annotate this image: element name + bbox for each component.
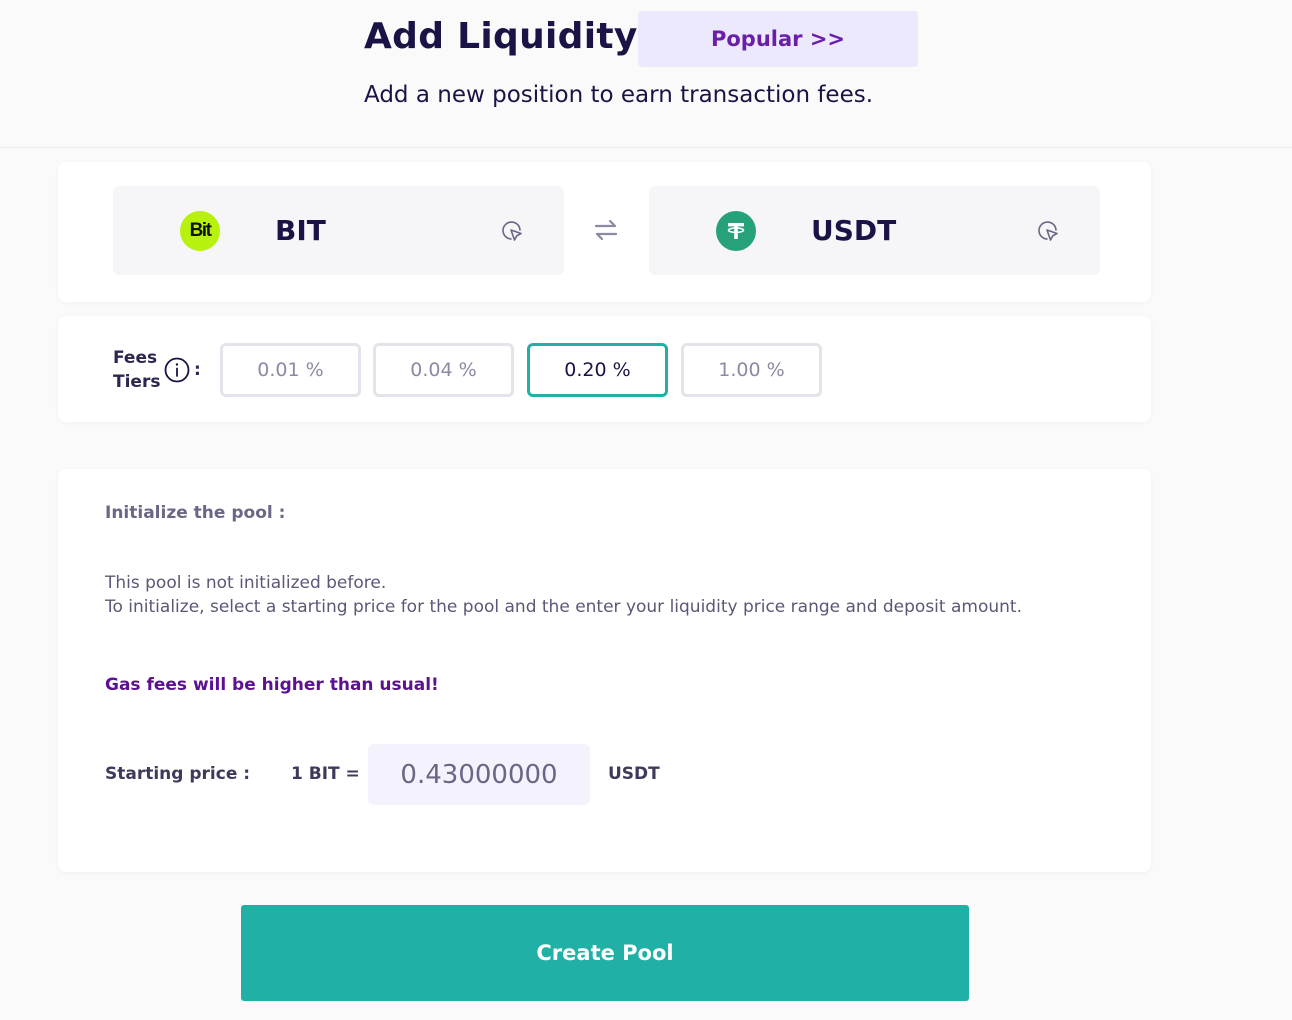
select-token-icon xyxy=(1038,221,1058,241)
starting-price-label: Starting price : xyxy=(105,764,251,784)
starting-price-input[interactable] xyxy=(368,744,590,805)
initialize-pool-title: Initialize the pool : xyxy=(105,503,286,523)
info-icon[interactable] xyxy=(164,357,190,383)
token-pair-card: Bit BIT USDT xyxy=(58,162,1151,302)
token-b-symbol: USDT xyxy=(811,214,897,247)
bit-token-logo: Bit xyxy=(180,211,220,251)
swap-arrows-icon[interactable] xyxy=(593,218,619,242)
description-line-1: This pool is not initialized before. xyxy=(105,573,387,593)
base-unit-label: 1 BIT = xyxy=(291,764,360,784)
fee-tiers-card: Fees Tiers : 0.01 % 0.04 % 0.20 % 1.00 % xyxy=(58,316,1151,422)
page-header: Add Liquidity Popular >> Add a new posit… xyxy=(0,0,1292,148)
description-line-2: To initialize, select a starting price f… xyxy=(105,596,1022,617)
fee-tier-0-01[interactable]: 0.01 % xyxy=(220,343,361,397)
select-token-icon xyxy=(502,221,522,241)
gas-fee-warning: Gas fees will be higher than usual! xyxy=(105,675,439,695)
token-a-selector[interactable]: Bit BIT xyxy=(113,186,564,275)
create-pool-button[interactable]: Create Pool xyxy=(241,905,969,1001)
token-a-symbol: BIT xyxy=(275,214,326,247)
page-title: Add Liquidity xyxy=(364,16,638,57)
initialize-pool-card: Initialize the pool : This pool is not i… xyxy=(58,469,1151,872)
fee-tier-0-20[interactable]: 0.20 % xyxy=(527,343,668,397)
fee-tiers-label-line2: Tiers xyxy=(113,372,161,392)
fee-tiers-colon: : xyxy=(194,360,201,380)
token-b-selector[interactable]: USDT xyxy=(649,186,1100,275)
fee-tier-0-04[interactable]: 0.04 % xyxy=(373,343,514,397)
popular-button[interactable]: Popular >> xyxy=(638,11,918,67)
fee-tier-1-00[interactable]: 1.00 % xyxy=(681,343,822,397)
usdt-token-logo xyxy=(716,211,756,251)
tether-icon xyxy=(727,223,745,239)
page-subtitle: Add a new position to earn transaction f… xyxy=(364,82,874,108)
initialize-pool-description: This pool is not initialized before. To … xyxy=(105,572,1065,619)
quote-unit-label: USDT xyxy=(608,764,660,784)
fee-tiers-label: Fees Tiers xyxy=(113,346,160,394)
fee-tiers-label-line1: Fees xyxy=(113,348,158,368)
